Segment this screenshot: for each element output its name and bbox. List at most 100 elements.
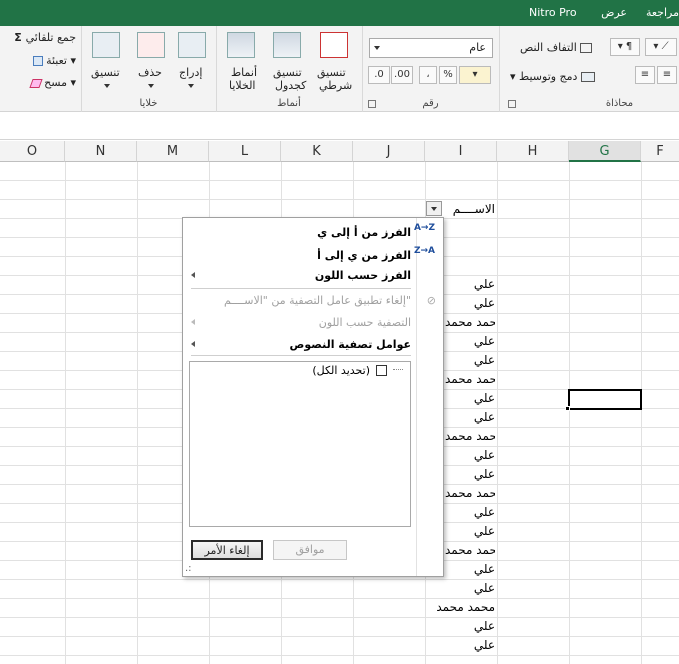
clear-button[interactable]: مسح ▾ <box>29 76 76 89</box>
alignment-group: التفاف النص ▾ دمج وتوسيط ▾ ¶ ▾ ⟋ ≡ ≡ محا… <box>499 26 679 112</box>
cell-styles-icon[interactable] <box>227 32 255 58</box>
sort-by-color-item[interactable]: الفرز حسب اللون <box>315 269 411 282</box>
cell-name[interactable]: علي <box>474 334 495 348</box>
increase-decimal-button[interactable]: .0 <box>368 66 390 84</box>
alignment-group-label: محاذاة <box>605 98 634 109</box>
cell-name[interactable]: محمد محمد <box>436 600 495 614</box>
accounting-format-button[interactable]: ▾ <box>459 66 491 84</box>
cell-name[interactable]: محمد محمد <box>445 486 495 500</box>
chevron-down-icon: ▾ <box>66 54 76 67</box>
grid-line <box>0 579 679 580</box>
percent-style-button[interactable]: % <box>439 66 457 84</box>
decrease-decimal-button[interactable]: .00 <box>391 66 413 84</box>
header-cell-name[interactable]: الاســــم <box>453 202 495 216</box>
cell-name[interactable]: علي <box>474 505 495 519</box>
active-cell[interactable] <box>568 389 642 410</box>
cell-name[interactable]: علي <box>474 296 495 310</box>
delete-cells-icon[interactable] <box>137 32 165 58</box>
grid-line <box>0 598 679 599</box>
grid-line <box>0 199 679 200</box>
column-header-O[interactable]: O <box>0 141 65 162</box>
number-format-dropdown[interactable]: عام <box>369 38 493 58</box>
column-header-H[interactable]: H <box>497 141 569 162</box>
submenu-arrow-icon <box>191 319 195 325</box>
align-left-button[interactable]: ≡ <box>635 66 655 84</box>
formula-bar-area <box>0 113 679 140</box>
fill-handle[interactable] <box>565 406 570 411</box>
filter-values-list[interactable]: (تحديد الكل) <box>189 361 411 527</box>
comma-style-button[interactable]: ، <box>419 66 437 84</box>
ribbon-tab-bar: مراجعة عرض Nitro Pro <box>0 0 679 26</box>
conditional-formatting-button[interactable]: تنسيق <box>317 66 346 79</box>
cell-name[interactable]: علي <box>474 410 495 424</box>
delete-button[interactable]: حذف <box>138 66 162 79</box>
cell-name[interactable]: علي <box>474 353 495 367</box>
cell-styles-button[interactable]: أنماط <box>231 66 257 79</box>
column-header-F[interactable]: F <box>641 141 679 162</box>
cell-name[interactable]: علي <box>474 638 495 652</box>
alignment-dialog-launcher[interactable] <box>508 100 516 108</box>
clear-filter-item[interactable]: إلغاء تطبيق عامل التصفية من "الاســــم" <box>224 294 411 307</box>
select-all-label[interactable]: (تحديد الكل) <box>312 364 370 377</box>
fill-button[interactable]: تعبئة ▾ <box>32 54 76 67</box>
filter-dropdown-button[interactable] <box>426 201 442 216</box>
autosum-button[interactable]: Σ جمع تلقائي <box>14 31 76 44</box>
cell-name[interactable]: علي <box>474 391 495 405</box>
format-as-table-button-line2[interactable]: كجدول <box>275 79 306 92</box>
column-header-K[interactable]: K <box>281 141 353 162</box>
cancel-button[interactable]: إلغاء الأمر <box>191 540 263 560</box>
orientation-button[interactable]: ▾ ⟋ <box>645 38 677 56</box>
chevron-down-icon <box>374 46 380 50</box>
format-as-table-button[interactable]: تنسيق <box>273 66 302 79</box>
cell-name[interactable]: محمد محمد <box>445 543 495 557</box>
cell-name[interactable]: محمد محمد <box>445 429 495 443</box>
align-right-icon: ≡ <box>662 69 672 80</box>
sort-ascending-item[interactable]: الفرز من أ إلى ي <box>317 226 411 239</box>
ok-button[interactable]: موافق <box>273 540 347 560</box>
cell-name[interactable]: محمد محمد <box>445 372 495 386</box>
wrap-text-icon <box>580 43 593 53</box>
grid-line <box>0 655 679 656</box>
align-right-button[interactable]: ≡ <box>657 66 677 84</box>
insert-cells-icon[interactable] <box>178 32 206 58</box>
column-header-L[interactable]: L <box>209 141 281 162</box>
column-header-J[interactable]: J <box>353 141 425 162</box>
column-header-M[interactable]: M <box>137 141 209 162</box>
column-header-N[interactable]: N <box>65 141 137 162</box>
grid-line <box>0 636 679 637</box>
format-button[interactable]: تنسيق <box>91 66 120 79</box>
column-header-I[interactable]: I <box>425 141 497 162</box>
conditional-formatting-button-line2[interactable]: شرطي <box>319 79 352 92</box>
tab-review[interactable]: مراجعة <box>646 6 679 19</box>
resize-grip-icon[interactable]: .: <box>185 563 192 574</box>
merge-center-button[interactable]: ▾ دمج وتوسيط <box>510 70 595 83</box>
column-header-G[interactable]: G <box>569 141 641 162</box>
conditional-formatting-icon[interactable] <box>320 32 348 58</box>
tab-nitro-pro[interactable]: Nitro Pro <box>529 6 577 19</box>
select-all-checkbox[interactable] <box>376 365 387 376</box>
grid-line <box>0 617 679 618</box>
cell-name[interactable]: علي <box>474 619 495 633</box>
styles-group-label: أنماط <box>277 98 301 109</box>
paragraph-direction-icon: ▾ ¶ <box>617 41 633 52</box>
cell-name[interactable]: علي <box>474 581 495 595</box>
format-as-table-icon[interactable] <box>273 32 301 58</box>
clear-filter-icon: ⊘ <box>426 294 436 307</box>
format-cells-icon[interactable] <box>92 32 120 58</box>
text-direction-button[interactable]: ▾ ¶ <box>610 38 640 56</box>
cell-name[interactable]: علي <box>474 467 495 481</box>
wrap-text-button[interactable]: التفاف النص <box>520 41 593 54</box>
filter-by-color-item[interactable]: التصفية حسب اللون <box>319 316 411 329</box>
sort-desc-icon: Z→A <box>413 246 435 256</box>
cell-styles-button-line2[interactable]: الخلايا <box>229 79 256 92</box>
cell-name[interactable]: علي <box>474 562 495 576</box>
text-filters-item[interactable]: عوامل تصفية النصوص <box>290 338 411 351</box>
insert-button[interactable]: إدراج <box>179 66 202 79</box>
cell-name[interactable]: علي <box>474 277 495 291</box>
cell-name[interactable]: محمد محمد <box>445 315 495 329</box>
cell-name[interactable]: علي <box>474 448 495 462</box>
sort-descending-item[interactable]: الفرز من ي إلى أ <box>317 249 411 262</box>
cell-name[interactable]: علي <box>474 524 495 538</box>
tab-view[interactable]: عرض <box>601 6 627 19</box>
sigma-icon: Σ <box>14 31 26 44</box>
